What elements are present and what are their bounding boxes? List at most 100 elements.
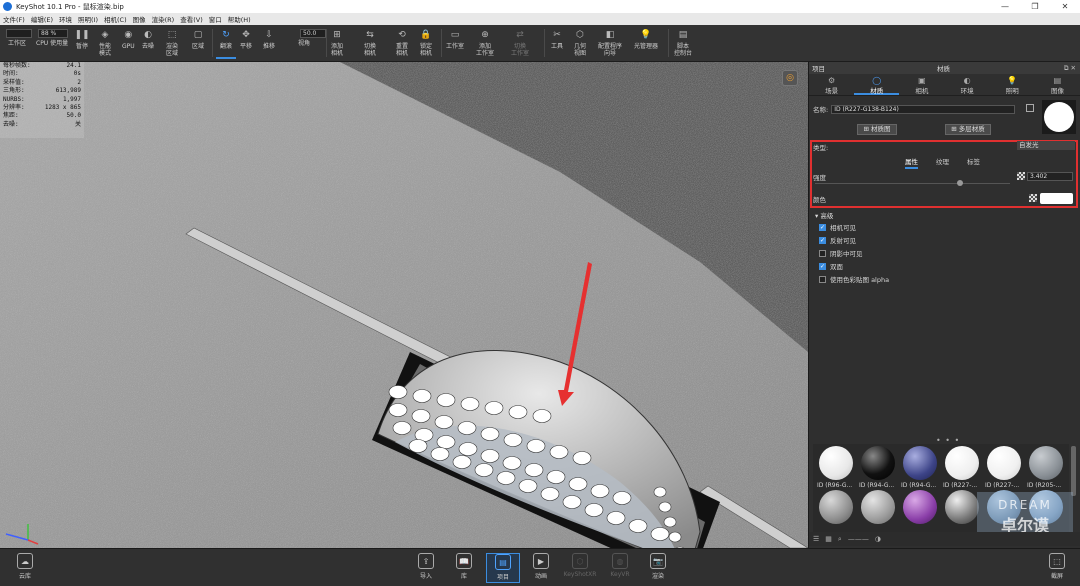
tab-material[interactable]: ◯ 材质 — [854, 74, 900, 95]
checkbox-box[interactable]: ✓ — [819, 223, 826, 231]
tab-environment[interactable]: ◐ 环境 — [945, 74, 990, 95]
checkbox-camera-visible[interactable]: ✓ 相机可见 — [819, 222, 856, 232]
menu-window[interactable]: 窗口 — [209, 14, 222, 24]
cpu-usage-field[interactable]: 88 % — [38, 29, 68, 38]
library-material[interactable] — [901, 490, 939, 524]
intensity-input[interactable]: 3.402 — [1027, 172, 1073, 181]
advanced-section-toggle[interactable]: ▾ 高级 — [815, 210, 833, 220]
thumbnail-size-slider[interactable]: ——— — [848, 535, 869, 543]
library-material[interactable] — [1027, 446, 1065, 480]
intensity-slider-track[interactable] — [815, 183, 1010, 184]
library-scrollbar[interactable] — [1071, 446, 1076, 496]
reset-camera-button[interactable]: ⟲ 重置 相机 — [396, 29, 408, 59]
render-region-button[interactable]: ⬚ 渲染 区域 — [166, 29, 178, 59]
checkbox-box[interactable]: ✓ — [819, 262, 826, 270]
subtab-textures[interactable]: 纹理 — [936, 156, 949, 169]
switch-studio-button[interactable]: ⇄ 切换 工作室 — [511, 29, 529, 59]
library-material[interactable] — [859, 490, 897, 524]
checkbox-box[interactable] — [819, 249, 826, 257]
menu-view[interactable]: 查看(V) — [180, 14, 203, 24]
tumble-button[interactable]: ↻ 翻滚 — [216, 29, 236, 59]
multi-material-button[interactable]: ⊞ 多层材质 — [945, 124, 991, 135]
library-material[interactable] — [943, 490, 981, 524]
keyvr-button[interactable]: ◍ KeyVR — [603, 553, 637, 583]
checkbox-color-map-alpha[interactable]: 使用色彩贴图 alpha — [819, 274, 889, 284]
tools-button[interactable]: ✂ 工具 — [551, 29, 563, 59]
library-material[interactable] — [901, 446, 939, 480]
tab-lighting[interactable]: 💡 照明 — [990, 74, 1035, 95]
menu-edit[interactable]: 编辑(E) — [31, 14, 53, 24]
intensity-texture-icon[interactable] — [1017, 172, 1025, 180]
panel-header-project[interactable]: 项目 — [812, 63, 825, 73]
configurator-wizard-button[interactable]: ◧ 配置程序 向导 — [598, 29, 622, 59]
menu-camera[interactable]: 相机(C) — [104, 14, 127, 24]
cpu-usage-button[interactable]: CPU 使用量 — [36, 40, 68, 58]
switch-camera-button[interactable]: ⇆ 切换 相机 — [364, 29, 376, 59]
light-manager-button[interactable]: 💡 光管理器 — [634, 29, 658, 59]
checkbox-box[interactable] — [819, 275, 826, 283]
material-name-input[interactable]: ID (R227-G138-B124) — [831, 104, 1016, 114]
menu-lighting[interactable]: 照明(I) — [78, 14, 98, 24]
library-material[interactable] — [817, 490, 855, 524]
add-studio-button[interactable]: ⊕ 添加 工作室 — [476, 29, 494, 59]
checkbox-two-sided[interactable]: ✓ 双面 — [819, 261, 843, 271]
viewport-options-icon[interactable]: ◎ — [782, 70, 798, 86]
render-viewport[interactable]: 每秒帧数: 24.1 时间: 0s 采样值: 2 三角形: 613,989 NURBS:… — [0, 62, 808, 548]
maximize-button[interactable]: ❐ — [1020, 0, 1050, 13]
menu-file[interactable]: 文件(F) — [3, 14, 25, 24]
cloud-library-button[interactable]: ☁ 云库 — [8, 553, 42, 583]
library-material[interactable] — [943, 446, 981, 480]
performance-mode-button[interactable]: ◈ 性能 模式 — [99, 29, 111, 59]
preview-mode-icon[interactable]: ◑ — [875, 535, 881, 543]
menu-image[interactable]: 图像 — [133, 14, 146, 24]
color-swatch[interactable] — [1040, 193, 1073, 204]
material-graph-button[interactable]: ⊞ 材质图 — [857, 124, 897, 135]
screenshot-button[interactable]: ⬚ 截屏 — [1040, 553, 1074, 583]
perspective-button[interactable]: 视角 — [298, 40, 310, 58]
save-material-icon[interactable] — [1026, 104, 1034, 112]
search-icon[interactable]: ⌕ — [838, 535, 842, 544]
add-camera-button[interactable]: ⊞ 添加 相机 — [331, 29, 343, 59]
gpu-button[interactable]: ◉ GPU — [122, 29, 135, 59]
menu-help[interactable]: 帮助(H) — [228, 14, 251, 24]
library-material[interactable] — [985, 446, 1023, 480]
geometry-view-button[interactable]: ⬡ 几何 视图 — [574, 29, 586, 59]
pause-button[interactable]: ❚❚ 暂停 — [74, 29, 89, 59]
tab-image[interactable]: ▤ 图像 — [1035, 74, 1080, 95]
panel-header-controls[interactable]: ⧉ ✕ — [1064, 64, 1076, 73]
tab-scene[interactable]: ⚙ 场景 — [809, 74, 854, 95]
studio-button[interactable]: ▭ 工作室 — [446, 29, 464, 59]
menu-environment[interactable]: 环境 — [59, 14, 72, 24]
tab-camera[interactable]: ▣ 相机 — [899, 74, 944, 95]
checkbox-box[interactable]: ✓ — [819, 236, 826, 244]
list-view-icon[interactable]: ☰ — [813, 535, 819, 543]
animation-button[interactable]: ▶ 动画 — [524, 553, 558, 583]
render-button[interactable]: 📷 渲染 — [641, 553, 675, 583]
pan-button[interactable]: ✥ 平移 — [240, 29, 252, 59]
color-texture-icon[interactable] — [1029, 194, 1037, 202]
close-button[interactable]: ✕ — [1050, 0, 1080, 13]
checkbox-shadow-visible[interactable]: 阴影中可见 — [819, 248, 863, 258]
checkbox-reflection-visible[interactable]: ✓ 反射可见 — [819, 235, 856, 245]
fov-field[interactable]: 50.0 — [300, 29, 326, 38]
workspace-select[interactable] — [6, 29, 32, 38]
workspace-button[interactable]: 工作区 — [8, 40, 26, 58]
keyshotxr-button[interactable]: ⬡ KeyShotXR — [563, 553, 597, 583]
import-button[interactable]: ⇪ 导入 — [409, 553, 443, 583]
project-button[interactable]: ▤ 项目 — [486, 553, 520, 583]
library-material[interactable] — [817, 446, 855, 480]
region-button[interactable]: ▢ 区域 — [192, 29, 204, 59]
minimize-button[interactable]: — — [990, 0, 1020, 13]
material-type-select[interactable]: 自发光 — [1017, 141, 1075, 150]
denoise-button[interactable]: ◐ 去噪 — [142, 29, 154, 59]
intensity-slider-handle[interactable] — [957, 180, 963, 186]
library-material[interactable] — [859, 446, 897, 480]
menu-render[interactable]: 渲染(R) — [152, 14, 175, 24]
subtab-labels[interactable]: 标签 — [967, 156, 980, 169]
library-button[interactable]: 📖 库 — [447, 553, 481, 583]
subtab-properties[interactable]: 属性 — [905, 156, 918, 169]
script-console-button[interactable]: ▤ 脚本 控制台 — [674, 29, 692, 59]
grid-view-icon[interactable]: ▦ — [825, 535, 832, 543]
dolly-button[interactable]: ⇩ 推移 — [263, 29, 275, 59]
lock-camera-button[interactable]: 🔒 锁定 相机 — [420, 29, 432, 59]
